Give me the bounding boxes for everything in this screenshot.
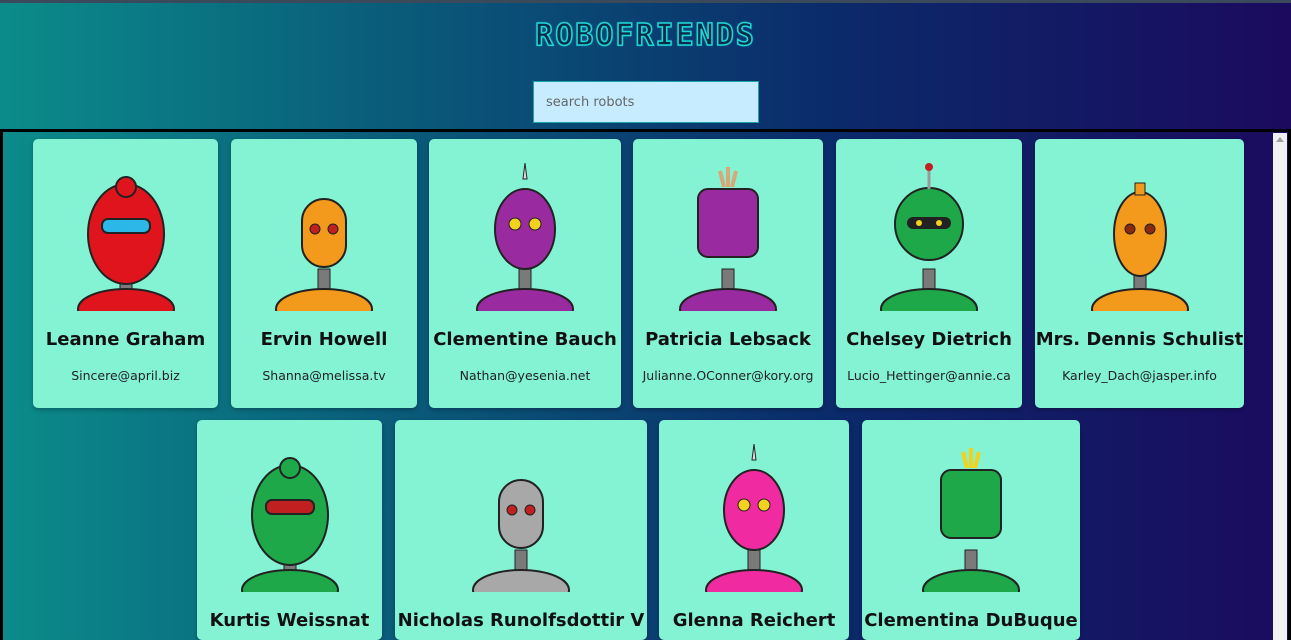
scrollbar[interactable] (1273, 133, 1287, 640)
robot-avatar-image (633, 159, 823, 311)
robot-email: Shanna@melissa.tv (262, 368, 386, 383)
robot-name: Glenna Reichert (672, 610, 836, 631)
robot-avatar-image (429, 159, 621, 311)
robot-card[interactable]: Glenna Reichert (659, 420, 849, 640)
robot-avatar-image (836, 159, 1022, 311)
robot-card[interactable]: Kurtis Weissnat (197, 420, 382, 640)
robot-name: Chelsey Dietrich (846, 329, 1012, 350)
robot-name: Clementine Bauch (433, 329, 617, 350)
robot-avatar-image (395, 440, 647, 592)
scroll-up-arrow-icon[interactable] (1276, 137, 1284, 142)
robot-card[interactable]: Mrs. Dennis Schulist Karley_Dach@jasper.i… (1035, 139, 1244, 408)
robot-card[interactable]: Chelsey Dietrich Lucio_Hettinger@annie.ca (836, 139, 1022, 408)
robot-card[interactable]: Nicholas Runolfsdottir V (395, 420, 647, 640)
robot-name: Kurtis Weissnat (209, 610, 370, 631)
robot-name: Mrs. Dennis Schulist (1035, 329, 1244, 350)
robot-avatar-image (33, 159, 218, 311)
robot-email: Sincere@april.biz (71, 368, 180, 383)
robot-card[interactable]: Clementine Bauch Nathan@yesenia.net (429, 139, 621, 408)
window-top-border (0, 0, 1291, 3)
app-title: ROBOFRIENDS (534, 17, 756, 54)
robot-card[interactable]: Patricia Lebsack Julianne.OConner@kory.or… (633, 139, 823, 408)
robot-name: Nicholas Runolfsdottir V (397, 610, 645, 631)
robot-email: Lucio_Hettinger@annie.ca (847, 368, 1011, 383)
robot-name: Leanne Graham (45, 329, 206, 350)
robot-email: Nathan@yesenia.net (459, 368, 591, 383)
search-input[interactable] (533, 81, 759, 123)
robot-card[interactable]: Ervin Howell Shanna@melissa.tv (231, 139, 417, 408)
robot-card[interactable]: Leanne Graham Sincere@april.biz (33, 139, 218, 408)
robot-avatar-image (1035, 159, 1244, 311)
robot-avatar-image (862, 440, 1080, 592)
robot-card[interactable]: Clementina DuBuque (862, 420, 1080, 640)
robot-email: Julianne.OConner@kory.org (642, 368, 814, 383)
robot-email: Karley_Dach@jasper.info (1062, 368, 1217, 383)
robot-avatar-image (659, 440, 849, 592)
robot-avatar-image (197, 440, 382, 592)
robot-name: Clementina DuBuque (864, 610, 1078, 631)
robot-name: Ervin Howell (260, 329, 388, 350)
robot-avatar-image (231, 159, 417, 311)
robot-name: Patricia Lebsack (645, 329, 811, 350)
